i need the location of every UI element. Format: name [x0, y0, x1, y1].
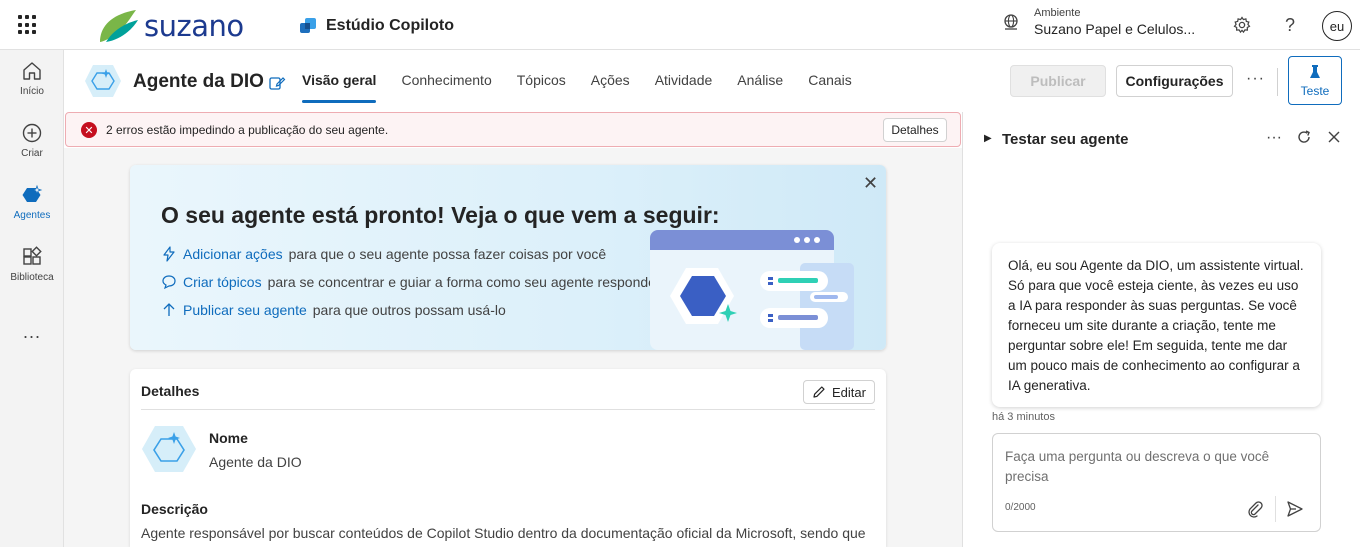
- chevron-right-icon[interactable]: ▶: [984, 133, 992, 144]
- details-divider: [141, 409, 875, 410]
- home-icon: [23, 62, 41, 80]
- rail-item-agents[interactable]: Agentes: [0, 184, 64, 221]
- refresh-icon[interactable]: [1296, 129, 1312, 145]
- brand-logo: suzano: [96, 7, 244, 45]
- message-timestamp: há 3 minutos: [992, 411, 1055, 423]
- arrow-up-icon: [163, 303, 175, 316]
- details-card: Detalhes Editar Nome Agente da DIO Descr…: [130, 369, 886, 547]
- banner-step-text: para que outros possam usá-lo: [312, 302, 506, 318]
- composer-divider: [1275, 496, 1276, 522]
- environment-value: Suzano Papel e Celulos...: [1034, 21, 1196, 37]
- add-actions-link[interactable]: Adicionar ações: [183, 246, 283, 262]
- more-options-icon[interactable]: ···: [1246, 70, 1265, 88]
- banner-title: O seu agente está pronto! Veja o que vem…: [161, 202, 720, 228]
- tab-channels[interactable]: Canais: [808, 72, 852, 106]
- error-details-button[interactable]: Detalhes: [883, 118, 947, 142]
- plus-circle-icon: [22, 123, 42, 143]
- avatar[interactable]: eu: [1322, 11, 1352, 41]
- description-label: Descrição: [141, 501, 208, 517]
- flask-icon: [1310, 64, 1320, 78]
- banner-step-text: para que o seu agente possa fazer coisas…: [288, 246, 607, 262]
- agent-avatar-icon: [142, 426, 196, 472]
- agent-illustration: [650, 230, 854, 350]
- paperclip-icon[interactable]: [1246, 500, 1264, 518]
- tab-topics[interactable]: Tópicos: [517, 72, 566, 106]
- agent-avatar-icon: [85, 65, 121, 97]
- tab-overview[interactable]: Visão geral: [302, 72, 377, 106]
- create-topics-link[interactable]: Criar tópicos: [183, 274, 262, 290]
- header-divider: [1277, 68, 1278, 96]
- rail-item-label: Criar: [21, 148, 43, 159]
- test-panel-title: Testar seu agente: [1002, 131, 1129, 148]
- agents-icon: [22, 184, 43, 202]
- settings-button[interactable]: Configurações: [1116, 65, 1233, 97]
- rail-item-label: Biblioteca: [10, 272, 54, 283]
- rail-item-library[interactable]: Biblioteca: [0, 246, 64, 283]
- send-icon[interactable]: [1286, 500, 1304, 518]
- test-button-label: Teste: [1300, 83, 1330, 98]
- tab-analytics[interactable]: Análise: [737, 72, 783, 106]
- left-rail: Início Criar Agentes Biblioteca ...: [0, 50, 64, 547]
- panel-divider: [962, 112, 963, 547]
- rail-item-label: Agentes: [13, 210, 51, 221]
- error-icon: ✕: [81, 122, 97, 138]
- next-steps-banner: O seu agente está pronto! Veja o que vem…: [130, 165, 886, 350]
- rail-item-label: Início: [20, 86, 44, 97]
- publish-button[interactable]: Publicar: [1010, 65, 1106, 97]
- agent-name: Agente da DIO: [133, 71, 264, 92]
- pencil-icon: [813, 386, 825, 398]
- test-button[interactable]: Teste: [1288, 56, 1342, 105]
- tab-knowledge[interactable]: Conhecimento: [401, 72, 491, 106]
- chat-input[interactable]: Faça uma pergunta ou descreva o que você…: [1005, 447, 1295, 487]
- publish-agent-link[interactable]: Publicar seu agente: [183, 302, 307, 318]
- brand-name: suzano: [144, 9, 244, 43]
- edit-label: Editar: [832, 384, 866, 400]
- app-launcher-icon[interactable]: [18, 15, 38, 35]
- description-value: Agente responsável por buscar conteúdos …: [141, 525, 866, 541]
- library-icon: [23, 246, 42, 265]
- chat-composer[interactable]: Faça uma pergunta ou descreva o que você…: [992, 433, 1321, 532]
- environment-picker[interactable]: Ambiente Suzano Papel e Celulos...: [1002, 7, 1195, 37]
- banner-step-topics: Criar tópicos para se concentrar e guiar…: [161, 274, 656, 290]
- lightning-icon: [163, 246, 175, 262]
- copilot-studio-icon: [300, 18, 316, 33]
- tab-actions[interactable]: Ações: [591, 72, 630, 106]
- top-bar: suzano Estúdio Copiloto Ambiente Suzano …: [0, 0, 1360, 50]
- name-label: Nome: [209, 430, 248, 446]
- more-options-icon[interactable]: ···: [1266, 129, 1282, 147]
- globe-icon: [1004, 14, 1018, 30]
- character-counter: 0/2000: [1005, 502, 1036, 513]
- gear-icon[interactable]: [1231, 14, 1253, 36]
- banner-step-actions: Adicionar ações para que o seu agente po…: [161, 246, 606, 262]
- suzano-leaf-icon: [100, 10, 138, 42]
- product-title[interactable]: Estúdio Copiloto: [298, 16, 454, 36]
- details-title: Detalhes: [141, 383, 200, 399]
- product-name: Estúdio Copiloto: [326, 17, 454, 34]
- more-icon[interactable]: ...: [0, 322, 64, 343]
- help-icon[interactable]: ?: [1279, 14, 1301, 36]
- tab-activity[interactable]: Atividade: [655, 72, 713, 106]
- banner-step-publish: Publicar seu agente para que outros poss…: [161, 302, 506, 318]
- error-message: 2 erros estão impedindo a publicação do …: [106, 123, 389, 137]
- chat-bubbles-icon: [162, 275, 176, 290]
- error-banner: ✕ 2 erros estão impedindo a publicação d…: [65, 112, 961, 147]
- close-icon[interactable]: [1326, 129, 1342, 145]
- agent-tabs: Visão geral Conhecimento Tópicos Ações A…: [302, 72, 877, 106]
- edit-details-button[interactable]: Editar: [803, 380, 875, 404]
- test-panel-actions: ···: [1266, 129, 1342, 147]
- rail-item-home[interactable]: Início: [0, 60, 64, 97]
- edit-agent-icon[interactable]: [268, 73, 286, 91]
- banner-step-text: para se concentrar e guiar a forma como …: [267, 274, 656, 290]
- name-value: Agente da DIO: [209, 454, 302, 470]
- bot-message: Olá, eu sou Agente da DIO, um assistente…: [992, 243, 1321, 407]
- close-icon[interactable]: ✕: [863, 173, 878, 194]
- rail-item-create[interactable]: Criar: [0, 122, 64, 159]
- environment-label: Ambiente: [1034, 7, 1081, 19]
